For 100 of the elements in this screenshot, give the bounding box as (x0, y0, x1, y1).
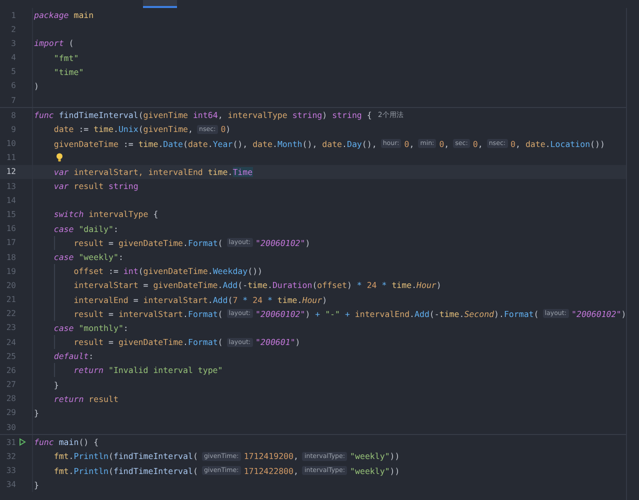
line-number: 28 (5, 394, 16, 404)
punctuation: ( (68, 38, 74, 48)
number-literal: 0 (220, 124, 226, 134)
line-number: 3 (10, 38, 16, 48)
punctuation: . (183, 337, 188, 348)
line-number: 6 (10, 81, 16, 90)
identifier: result (74, 308, 105, 319)
method-name: Weekday (212, 266, 248, 276)
number-literal: 0 (472, 138, 478, 149)
line-number: 7 (10, 96, 16, 105)
line-number: 25 (5, 352, 16, 361)
punctuation: { (153, 209, 158, 220)
punctuation: ). (494, 308, 504, 319)
line-number: 23 (5, 323, 16, 332)
line-number: 14 (5, 196, 16, 205)
line-number: 18 (5, 252, 16, 262)
punctuation: ) (436, 280, 442, 290)
method-name: Location (550, 138, 590, 149)
line-number: 2 (10, 24, 16, 34)
punctuation: ( (138, 266, 144, 276)
string-literal: "fmt" (54, 52, 79, 63)
format-string: "200601" (256, 337, 296, 348)
type-name: int (123, 266, 138, 276)
line-number: 32 (5, 452, 16, 461)
punctuation: (- (429, 308, 440, 319)
line-number: 5 (10, 67, 16, 76)
function-name: findTimeInterval (58, 110, 138, 120)
string-literal: "Invalid interval type" (108, 365, 223, 376)
identifier: offset (74, 266, 105, 276)
string-literal: "-" (325, 308, 341, 319)
type-name: string (108, 181, 138, 192)
package-name: time (94, 124, 114, 134)
method-name: Unix (118, 124, 138, 134)
punctuation: ) (305, 238, 310, 248)
punctuation: ( (218, 337, 223, 348)
keyword: case (54, 322, 75, 333)
constant-name: Second (464, 308, 494, 319)
punctuation: ( (108, 451, 114, 462)
punctuation: () { (78, 437, 99, 448)
punctuation: ) (621, 308, 626, 319)
punctuation: , (188, 124, 193, 134)
punctuation: (), (232, 138, 249, 149)
identifier: intervalType (228, 110, 288, 120)
punctuation: ) (305, 308, 312, 319)
function-name: main (58, 437, 79, 448)
method-name: Format (188, 308, 218, 319)
keyword: case (54, 252, 75, 262)
punctuation: . (183, 238, 188, 248)
method-name: Date (163, 138, 184, 149)
punctuation: . (228, 166, 233, 177)
editor-tab[interactable] (143, 0, 177, 8)
type-name: string (292, 110, 322, 120)
identifier: intervalStart (118, 308, 184, 319)
punctuation: ) (322, 110, 328, 120)
package-name: time (277, 294, 298, 305)
identifier: givenDateTime (118, 238, 184, 248)
format-string: "20060102" (572, 308, 622, 319)
method-name: Add (212, 294, 228, 305)
method-name: Add (414, 308, 430, 319)
package-name: time (208, 166, 228, 177)
run-icon[interactable] (19, 438, 26, 446)
keyword: import (34, 38, 65, 48)
method-name: Format (188, 238, 218, 248)
line-number: 34 (5, 480, 16, 490)
line-number: 10 (5, 139, 16, 148)
format-string: "20060102" (256, 238, 306, 248)
punctuation: )) (390, 466, 400, 476)
line-number: 8 (10, 110, 16, 120)
punctuation: , (409, 138, 414, 149)
identifier: date (54, 124, 75, 134)
punctuation: . (183, 308, 188, 319)
punctuation: = (133, 294, 140, 305)
keyword: switch (54, 209, 85, 220)
type-name: Duration (272, 280, 312, 290)
line-number: 12 (5, 167, 16, 176)
punctuation: { (366, 110, 372, 120)
identifier: intervalStart, intervalEnd (74, 166, 204, 177)
identifier: givenDateTime (118, 337, 184, 348)
package-name: time (138, 138, 158, 149)
operator: * (382, 280, 388, 290)
function-name: findTimeInterval (113, 466, 193, 476)
number-literal: 0 (510, 138, 516, 149)
punctuation: : (118, 252, 124, 262)
punctuation: ( (218, 238, 223, 248)
punctuation: = (108, 238, 114, 248)
identifier: date (252, 138, 272, 149)
line-number: 17 (5, 238, 16, 248)
punctuation: ) (346, 280, 353, 290)
punctuation: : (113, 224, 118, 234)
punctuation: . (208, 294, 213, 305)
punctuation: : (123, 322, 128, 333)
identifier: result (88, 394, 118, 404)
lightbulb-icon[interactable] (56, 153, 63, 162)
operator: * (356, 280, 363, 290)
identifier: intervalType (88, 209, 150, 220)
string-literal: "weekly" (78, 252, 118, 262)
keyword: func (34, 110, 55, 120)
punctuation: )) (390, 451, 400, 462)
line-number: 22 (5, 309, 16, 318)
identifier: givenDateTime (54, 138, 120, 149)
